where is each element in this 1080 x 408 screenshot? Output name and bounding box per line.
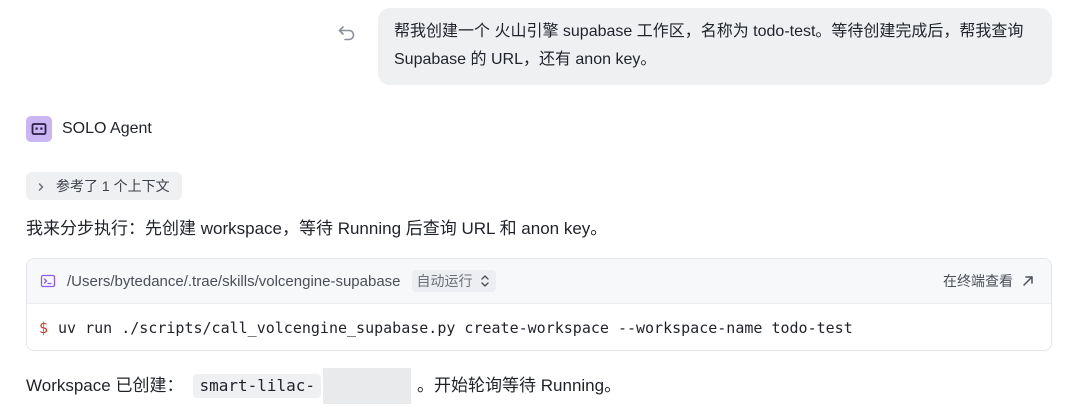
- agent-plan-text: 我来分步执行：先创建 workspace，等待 Running 后查询 URL …: [26, 219, 608, 238]
- shell-command: uv run ./scripts/call_volcengine_supabas…: [58, 318, 853, 337]
- open-in-terminal-button[interactable]: 在终端查看: [943, 271, 1035, 291]
- open-in-terminal-label: 在终端查看: [943, 273, 1013, 289]
- terminal-command-card: /Users/bytedance/.trae/skills/volcengine…: [26, 258, 1052, 351]
- workspace-id-code: smart-lilac-: [193, 374, 322, 398]
- user-message-row: 帮我创建一个 火山引擎 supabase 工作区，名称为 todo-test。等…: [336, 8, 1052, 85]
- terminal-command-line: $ uv run ./scripts/call_volcengine_supab…: [27, 304, 1051, 350]
- terminal-icon: [40, 273, 56, 289]
- terminal-header: /Users/bytedance/.trae/skills/volcengine…: [27, 259, 1051, 304]
- chevron-right-icon: [35, 180, 47, 192]
- chevron-updown-icon: [479, 274, 491, 288]
- context-chip-label: 参考了 1 个上下文: [56, 178, 170, 194]
- run-mode-selector[interactable]: 自动运行: [411, 270, 496, 292]
- status-prefix: Workspace 已创建：: [26, 376, 184, 395]
- agent-name: SOLO Agent: [62, 120, 152, 137]
- workspace-status-line: Workspace 已创建： smart-lilac- 。开始轮询等待 Runn…: [26, 368, 621, 404]
- workspace-id: smart-lilac-: [199, 376, 316, 395]
- arrow-up-right-icon: [1021, 274, 1035, 288]
- agent-header: SOLO Agent: [26, 116, 152, 142]
- redacted-block: [323, 368, 412, 404]
- terminal-working-directory: /Users/bytedance/.trae/skills/volcengine…: [67, 272, 401, 290]
- user-message-bubble: 帮我创建一个 火山引擎 supabase 工作区，名称为 todo-test。等…: [378, 8, 1052, 85]
- run-mode-label: 自动运行: [416, 273, 473, 289]
- agent-avatar-icon: [26, 116, 52, 142]
- shell-prompt: $: [39, 318, 49, 337]
- undo-icon[interactable]: [336, 22, 358, 44]
- context-reference-chip[interactable]: 参考了 1 个上下文: [26, 172, 182, 200]
- status-suffix: 。开始轮询等待 Running。: [417, 376, 622, 395]
